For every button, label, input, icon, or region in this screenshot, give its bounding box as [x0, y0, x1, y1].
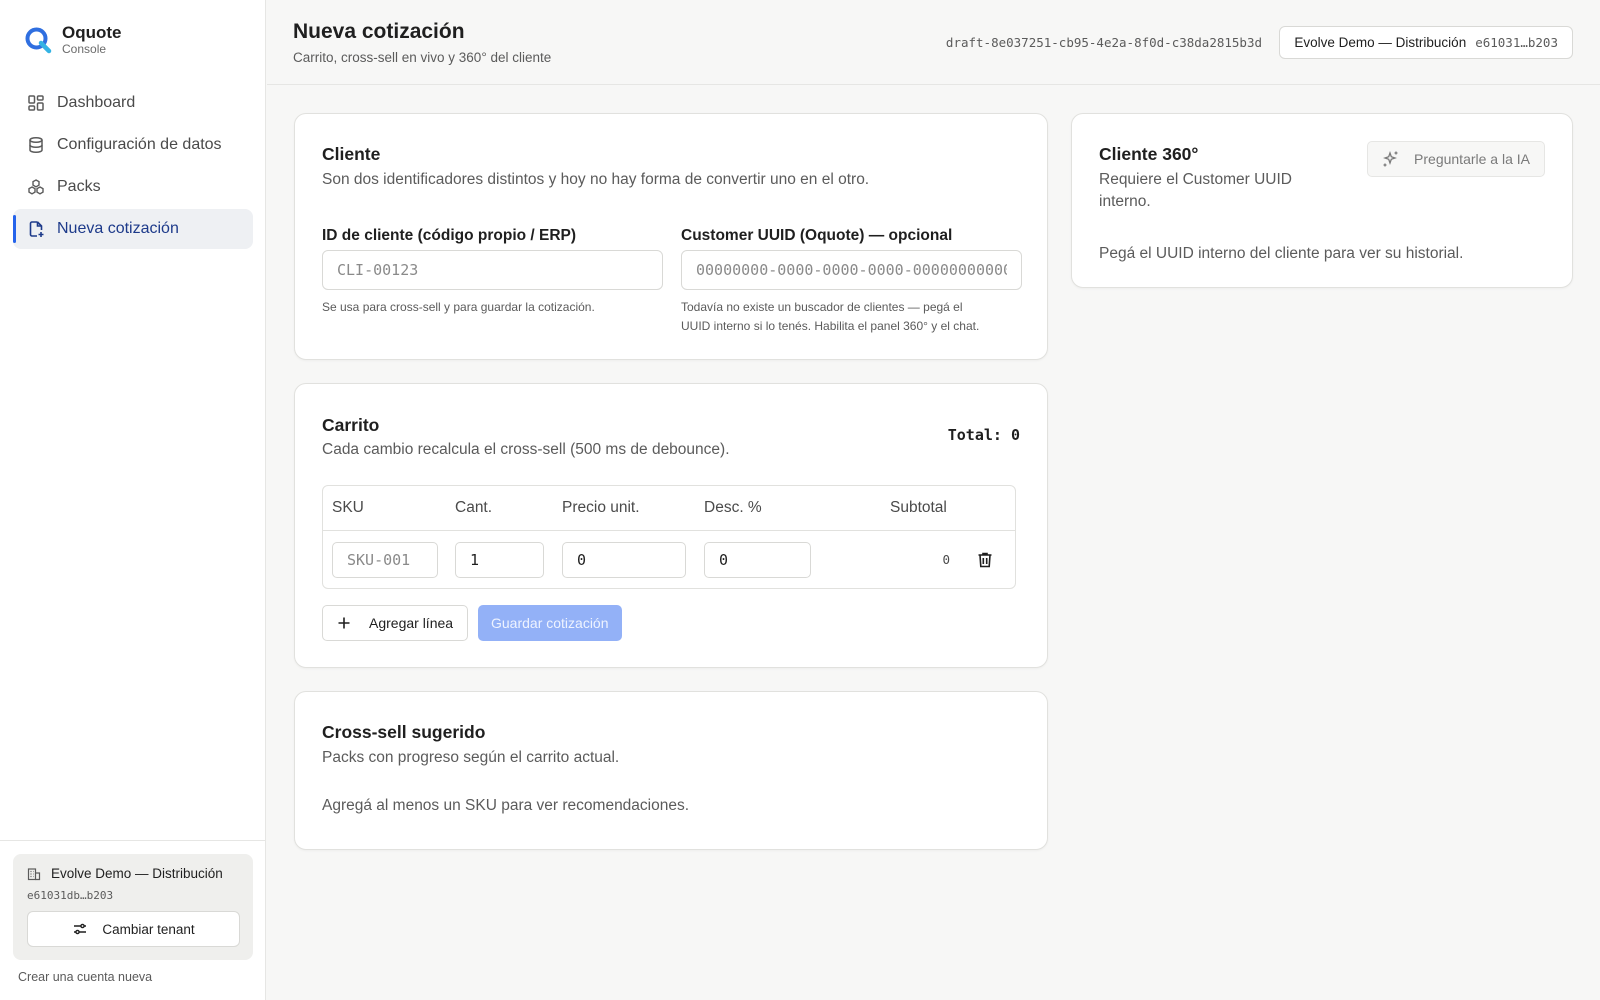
sidebar-divider [0, 840, 265, 841]
plus-icon [338, 617, 350, 629]
customer-uuid-hint-line-1: Todavía no existe un buscador de cliente… [681, 300, 963, 314]
table-row: 0 [323, 531, 1015, 589]
sku-input[interactable] [332, 542, 438, 578]
customer-id-label: ID de cliente (código propio / ERP) [322, 227, 577, 244]
oquote-logo-icon [25, 27, 52, 54]
cart-table: SKU Cant. Precio unit. Desc. % Subtotal … [322, 485, 1016, 589]
column-header-price: Precio unit. [562, 499, 640, 516]
sidebar-nav: Dashboard Configuración de datos Packs N… [13, 83, 253, 251]
column-header-sku: SKU [332, 499, 364, 516]
crosssell-card: Cross-sell sugerido Packs con progreso s… [294, 691, 1048, 850]
customer-id-hint: Se usa para cross-sell y para guardar la… [322, 300, 595, 314]
sparkles-icon [1383, 151, 1398, 167]
database-icon [29, 136, 43, 154]
crosssell-title: Cross-sell sugerido [322, 722, 486, 742]
customer-uuid-input[interactable] [681, 250, 1022, 290]
brand-subtitle: Console [62, 42, 107, 56]
cliente360-empty: Pegá el UUID interno del cliente para ve… [1099, 245, 1464, 262]
customer-uuid-hint: Todavía no existe un buscador de cliente… [681, 298, 1022, 336]
tenant-id: e61031db…b203 [27, 889, 114, 902]
unit-price-input[interactable] [562, 542, 686, 578]
customer-uuid-hint-line-2: UUID interno si lo tenés. Habilita el pa… [681, 319, 980, 333]
cliente-title: Cliente [322, 144, 381, 164]
discount-input[interactable] [704, 542, 811, 578]
carrito-subtitle: Cada cambio recalcula el cross-sell (500… [322, 441, 730, 458]
crosssell-subtitle: Packs con progreso según el carrito actu… [322, 749, 620, 766]
tenant-name-text: Evolve Demo — Distribución [51, 866, 223, 881]
tenant-box: Evolve Demo — Distribución e61031db…b203… [13, 854, 253, 960]
create-account-link[interactable]: Crear una cuenta nueva [18, 970, 152, 984]
add-line-button[interactable]: Agregar línea [322, 605, 469, 641]
page-header: Nueva cotización Carrito, cross-sell en … [267, 0, 1600, 85]
column-header-qty: Cant. [455, 499, 493, 516]
sidebar-item-packs[interactable]: Packs [13, 167, 253, 207]
page-subtitle: Carrito, cross-sell en vivo y 360° del c… [293, 50, 552, 65]
sidebar-item-label: Packs [57, 178, 101, 195]
cliente360-subtitle-line-2: interno. [1099, 193, 1151, 210]
tenant-chip[interactable]: Evolve Demo — Distribución e61031…b203 [1279, 26, 1573, 59]
save-quote-button[interactable]: Guardar cotización [478, 605, 622, 641]
draft-id: draft-8e037251-cb95-4e2a-8f0d-c38da2815b… [945, 35, 1262, 50]
ask-ai-button[interactable]: Preguntarle a la IA [1367, 141, 1545, 177]
sidebar-item-label: Configuración de datos [57, 136, 222, 153]
qty-input[interactable] [455, 542, 544, 578]
page-title: Nueva cotización [293, 20, 465, 43]
cliente-subtitle: Son dos identificadores distintos y hoy … [322, 171, 870, 188]
sliders-icon [74, 923, 87, 935]
add-line-label: Agregar línea [369, 615, 454, 631]
cart-total: Total: 0 [947, 426, 1020, 444]
crosssell-empty: Agregá al menos un SKU para ver recomend… [322, 797, 690, 814]
brand[interactable]: Oquote Console [24, 24, 122, 56]
sidebar: Oquote Console Dashboard Configuración d… [0, 0, 266, 1000]
cliente360-subtitle-line-1: Requiere el Customer UUID [1099, 171, 1292, 188]
customer-uuid-label: Customer UUID (Oquote) — opcional [681, 227, 953, 244]
carrito-card: Carrito Cada cambio recalcula el cross-s… [294, 383, 1048, 668]
tenant-name: Evolve Demo — Distribución [27, 866, 239, 881]
column-header-discount: Desc. % [704, 499, 762, 516]
file-plus-icon [29, 221, 44, 237]
switch-tenant-label: Cambiar tenant [102, 921, 195, 937]
cliente360-subtitle: Requiere el Customer UUID interno. [1099, 169, 1339, 213]
sidebar-item-label: Nueva cotización [57, 220, 179, 237]
cliente360-card: Cliente 360° Requiere el Customer UUID i… [1071, 113, 1573, 288]
cart-table-header: SKU Cant. Precio unit. Desc. % Subtotal [323, 486, 1015, 531]
row-subtotal: 0 [942, 552, 950, 567]
carrito-title: Carrito [322, 415, 380, 435]
sidebar-item-label: Dashboard [57, 94, 136, 111]
brand-name: Oquote [62, 23, 122, 42]
customer-uuid-group: Customer UUID (Oquote) — opcional Todaví… [681, 227, 1022, 336]
switch-tenant-button[interactable]: Cambiar tenant [27, 911, 240, 947]
sidebar-item-nueva-cotizacion[interactable]: Nueva cotización [13, 209, 253, 249]
cliente-card: Cliente Son dos identificadores distinto… [294, 113, 1048, 360]
dashboard-icon [28, 95, 44, 111]
customer-id-group: ID de cliente (código propio / ERP) Se u… [322, 227, 663, 317]
cliente360-title: Cliente 360° [1099, 144, 1199, 164]
tenant-chip-id: e61031…b203 [1475, 35, 1558, 50]
building-icon [27, 867, 41, 880]
tenant-chip-name: Evolve Demo — Distribución [1294, 35, 1467, 50]
sidebar-item-configuracion[interactable]: Configuración de datos [13, 125, 253, 165]
column-header-subtotal: Subtotal [890, 499, 947, 516]
sidebar-item-dashboard[interactable]: Dashboard [13, 83, 253, 123]
customer-id-input[interactable] [322, 250, 663, 290]
trash-icon[interactable] [975, 550, 995, 570]
packs-icon [28, 179, 44, 195]
save-quote-label: Guardar cotización [491, 615, 609, 631]
ask-ai-label: Preguntarle a la IA [1414, 151, 1530, 167]
